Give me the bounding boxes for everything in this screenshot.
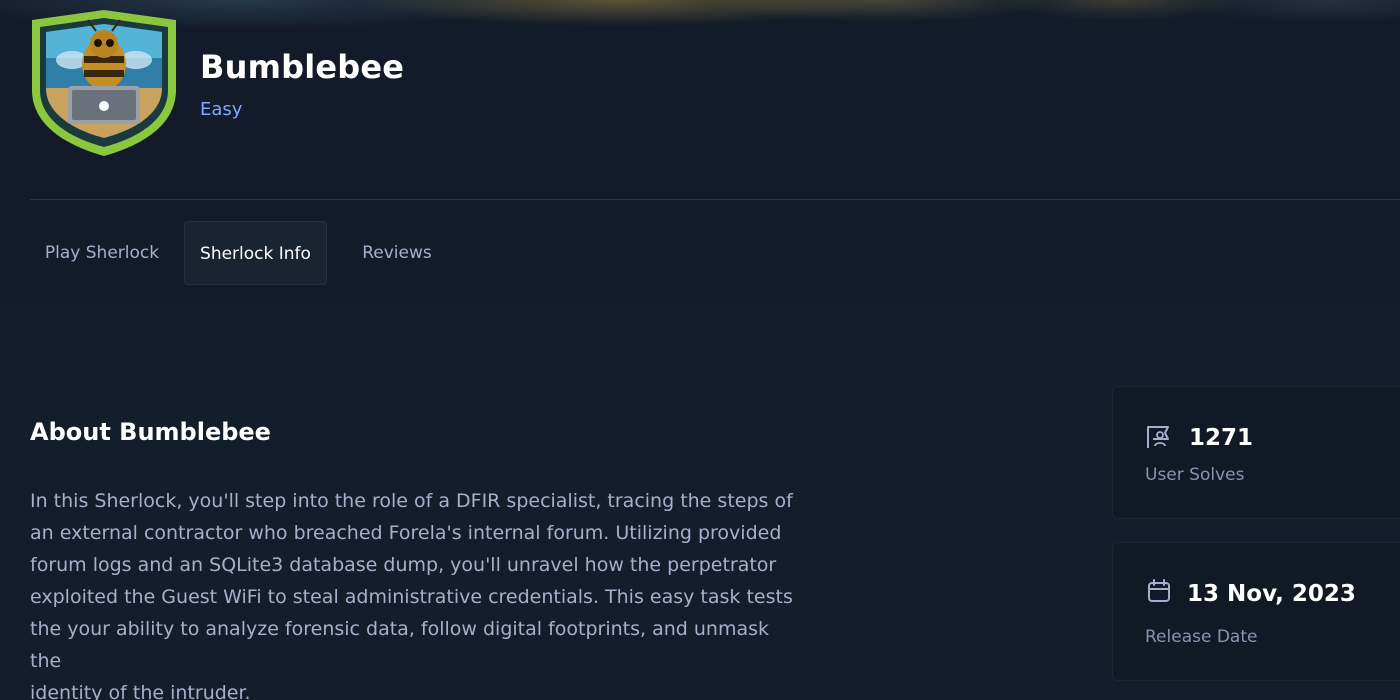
about-line: exploited the Guest WiFi to steal admini… xyxy=(30,586,793,608)
difficulty-label: Easy xyxy=(200,99,243,120)
user-solves-label: User Solves xyxy=(1145,465,1245,485)
about-line: identity of the intruder. xyxy=(30,682,251,700)
sherlock-page: Bumblebee Easy Play Sherlock Sherlock In… xyxy=(0,0,1400,700)
release-date-value: 13 Nov, 2023 xyxy=(1187,581,1356,607)
about-line: forum logs and an SQLite3 database dump,… xyxy=(30,554,777,576)
about-description: In this Sherlock, you'll step into the r… xyxy=(30,485,800,700)
tab-sherlock-info[interactable]: Sherlock Info xyxy=(184,221,327,285)
tab-play-sherlock[interactable]: Play Sherlock xyxy=(30,221,174,285)
sherlock-title: Bumblebee xyxy=(200,48,405,86)
about-line: an external contractor who breached Fore… xyxy=(30,522,782,544)
user-solves-card: 1271 User Solves xyxy=(1112,386,1400,519)
about-heading: About Bumblebee xyxy=(30,418,271,446)
bumblebee-badge-icon xyxy=(32,10,176,156)
tab-reviews[interactable]: Reviews xyxy=(345,221,449,285)
about-line: the your ability to analyze forensic dat… xyxy=(30,618,769,672)
release-date-card: 13 Nov, 2023 Release Date xyxy=(1112,542,1400,681)
header-divider xyxy=(30,199,1400,200)
sherlock-header: Bumblebee Easy Play Sherlock Sherlock In… xyxy=(0,0,1400,305)
calendar-icon xyxy=(1148,579,1170,602)
user-flag-icon xyxy=(1147,426,1169,448)
about-line: In this Sherlock, you'll step into the r… xyxy=(30,490,793,512)
release-date-label: Release Date xyxy=(1145,627,1258,647)
user-solves-value: 1271 xyxy=(1189,425,1254,451)
